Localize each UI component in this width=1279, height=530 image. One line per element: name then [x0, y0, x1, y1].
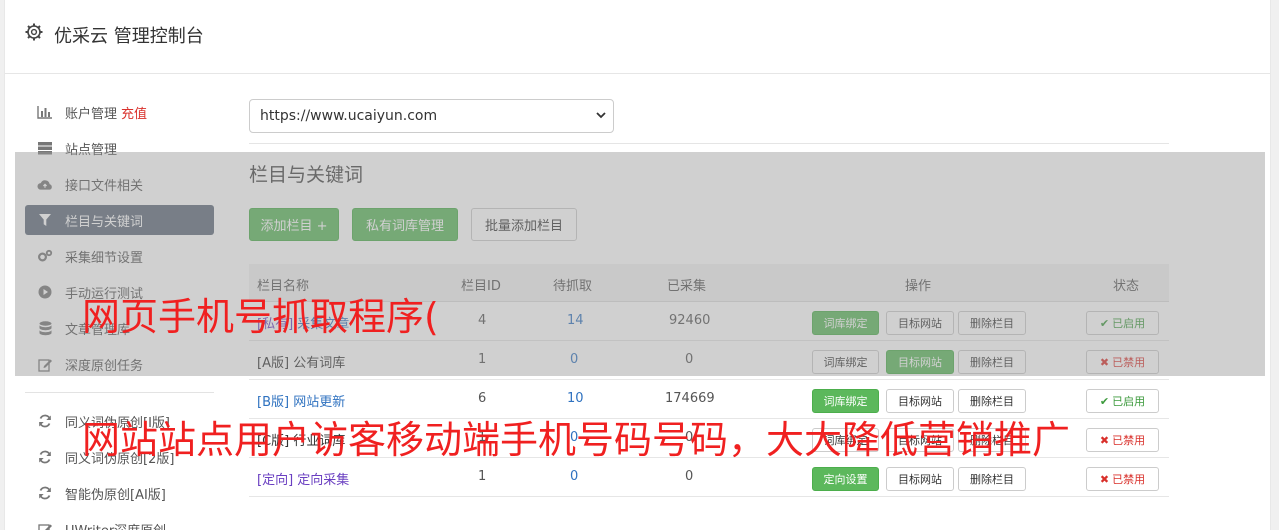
delete-column-button[interactable]: 删除栏目	[958, 467, 1026, 491]
gear-icon	[25, 23, 43, 41]
bind-lexicon-button[interactable]: 词库绑定	[812, 389, 879, 413]
gray-overlay	[15, 152, 1265, 376]
close-icon: ✖	[1099, 472, 1110, 486]
page-header: 优采云 管理控制台	[5, 0, 1270, 74]
site-select[interactable]: https://www.ucaiyun.com	[249, 99, 614, 133]
sidebar-item-label: 智能伪原创[AI版]	[65, 487, 166, 503]
close-icon: ✖	[1099, 433, 1110, 447]
sidebar-item-ai-rewrite[interactable]: 智能伪原创[AI版]	[25, 478, 214, 508]
column-tag: [B版]	[257, 395, 290, 410]
sidebar-item-uwriter[interactable]: UWriter深度原创	[25, 514, 214, 530]
status-toggle[interactable]: ✖ 已禁用	[1086, 428, 1159, 452]
recharge-link[interactable]: 充值	[121, 103, 147, 122]
refresh-icon	[37, 449, 53, 465]
collected-count: 174669	[665, 391, 715, 406]
table-row: [定向] 定向采集 1 0 0 定向设置 目标网站 删除栏目 ✖ 已禁用	[249, 458, 1169, 497]
table-row: [B版] 网站更新 6 10 174669 词库绑定 目标网站 删除栏目 ✔ 已启…	[249, 380, 1169, 419]
status-toggle[interactable]: ✔ 已启用	[1086, 389, 1159, 413]
target-site-button[interactable]: 目标网站	[886, 389, 954, 413]
pending-count[interactable]: 0	[570, 469, 578, 484]
column-name-link[interactable]: 网站更新	[293, 395, 345, 410]
sidebar-item-account[interactable]: 账户管理 充值	[25, 97, 214, 127]
edit-icon	[37, 521, 53, 530]
refresh-icon	[37, 413, 53, 429]
status-toggle[interactable]: ✖ 已禁用	[1086, 467, 1159, 491]
watermark-line-1: 网页手机号抓取程序(	[82, 295, 439, 339]
sidebar-divider	[25, 392, 214, 393]
status-label: 已禁用	[1112, 473, 1146, 486]
watermark-line-2: 网站站点用户访客移动端手机号码号码，大大降低营销推广	[82, 418, 1071, 462]
directed-settings-button[interactable]: 定向设置	[812, 467, 879, 491]
pending-count[interactable]: 10	[567, 391, 584, 406]
refresh-icon	[37, 485, 53, 501]
site-select-value: https://www.ucaiyun.com	[260, 108, 438, 124]
page-title: 优采云 管理控制台	[54, 26, 204, 47]
sidebar-item-label: 账户管理	[65, 106, 118, 122]
check-icon: ✔	[1099, 394, 1110, 408]
divider	[249, 143, 1169, 144]
column-id: 1	[478, 469, 487, 484]
collected-count: 0	[685, 469, 694, 484]
target-site-button[interactable]: 目标网站	[886, 467, 954, 491]
column-tag: [定向]	[257, 473, 294, 488]
delete-column-button[interactable]: 删除栏目	[958, 389, 1026, 413]
column-id: 6	[478, 391, 487, 406]
sidebar-item-label: UWriter深度原创	[65, 520, 166, 530]
bar-chart-icon	[37, 104, 53, 120]
chevron-down-icon	[596, 112, 606, 119]
status-label: 已禁用	[1112, 434, 1146, 447]
status-label: 已启用	[1112, 395, 1146, 408]
column-name-link[interactable]: 定向采集	[297, 473, 349, 488]
